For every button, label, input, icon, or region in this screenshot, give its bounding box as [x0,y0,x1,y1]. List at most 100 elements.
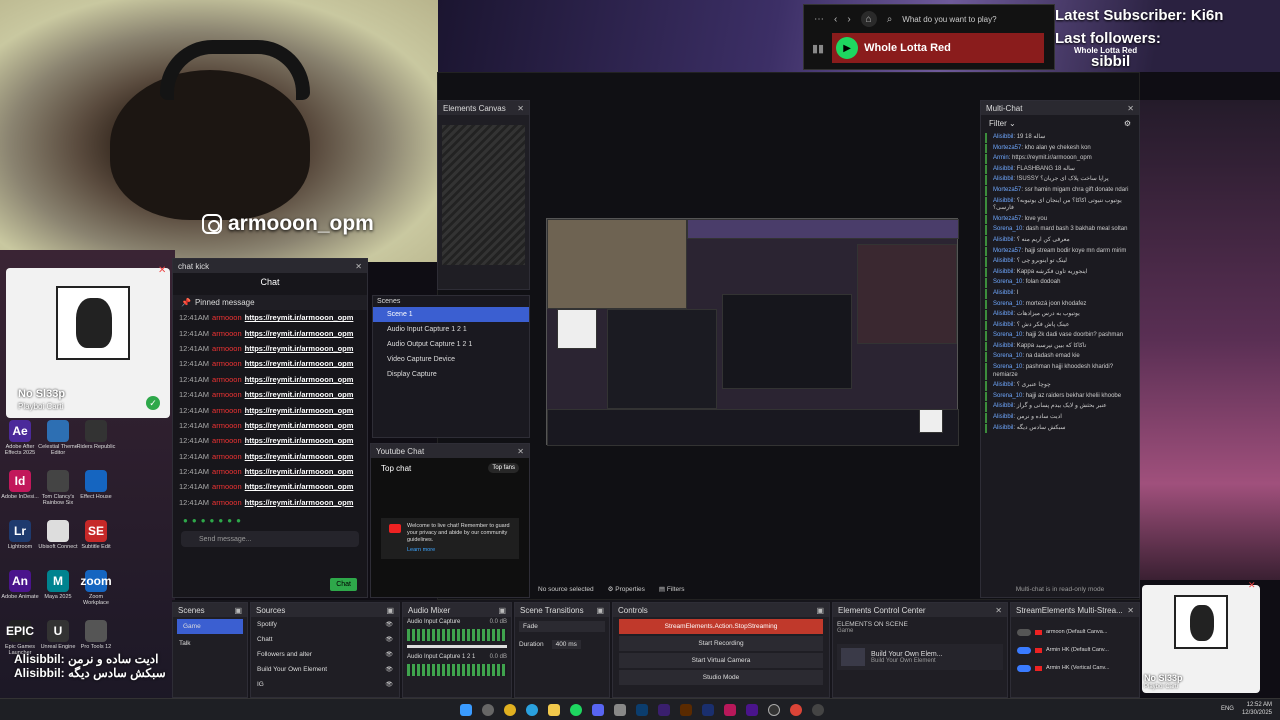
message-user[interactable]: armooon [212,467,242,476]
message-user[interactable]: armooon [212,359,242,368]
chat-filter-dropdown[interactable]: Top chat [381,464,411,473]
search-icon[interactable] [482,704,494,716]
language-indicator[interactable]: ENG [1221,706,1234,712]
close-icon[interactable]: ✕ [517,104,524,113]
desktop-icon[interactable]: M Maya 2025 [38,570,78,600]
pinned-message[interactable]: 📌 Pinned message [173,295,367,310]
desktop-icon[interactable]: EPIC Epic Games Launcher [0,620,40,656]
scene-source-item[interactable]: Audio Input Capture 1 2 1 [373,322,529,337]
message-link[interactable]: https://reymit.ir/armooon_opm [245,482,354,491]
message-user[interactable]: armooon [212,375,242,384]
filter-dropdown[interactable]: Filter ⌄ [989,119,1016,128]
scene-item-game[interactable]: Game [177,619,243,634]
scene-source-item[interactable]: Scene 1 [373,307,529,322]
toggle-switch[interactable] [1017,646,1031,654]
desktop-icon[interactable]: zoom Zoom Workplace [76,570,116,606]
home-icon[interactable]: ⌂ [860,11,877,27]
stop-streaming-button[interactable]: StreamElements.Action.StopStreaming [619,619,823,634]
message-user[interactable]: armooon [212,344,242,353]
desktop-icon[interactable]: Ae Adobe After Effects 2025 [0,420,40,456]
top-fans-button[interactable]: Top fans [488,463,519,473]
message-link[interactable]: https://reymit.ir/armooon_opm [245,452,354,461]
animate-icon[interactable] [746,704,758,716]
clock-time[interactable]: 12:52 AM [1242,701,1272,709]
card-close-icon[interactable]: ✕ [158,265,166,276]
desktop-icon[interactable]: U Unreal Engine [38,620,78,650]
start-virtual-camera-button[interactable]: Start Virtual Camera [619,653,823,668]
play-icon[interactable]: ▶ [836,37,859,59]
message-user[interactable]: armooon [212,406,242,415]
premiere-icon[interactable] [658,704,670,716]
message-user[interactable]: armooon [212,390,242,399]
message-link[interactable]: https://reymit.ir/armooon_opm [245,406,354,415]
transition-select[interactable]: Fade [519,621,605,632]
properties-button[interactable]: ⚙ Properties [608,585,645,593]
scene-source-item[interactable]: Video Capture Device [373,352,529,367]
volume-slider[interactable] [407,645,507,648]
source-item[interactable]: Chatt 👁 [251,632,399,647]
visibility-icon[interactable]: 👁 [385,636,393,643]
message-user[interactable]: armooon [212,482,242,491]
message-link[interactable]: https://reymit.ir/armooon_opm [245,467,354,476]
file-explorer-icon[interactable] [548,704,560,716]
visibility-icon[interactable]: 👁 [385,666,393,673]
source-item[interactable]: Spotify 👁 [251,617,399,632]
source-item[interactable]: Followers and alter 👁 [251,647,399,662]
toggle-switch[interactable] [1017,628,1031,636]
chrome-icon[interactable] [504,704,516,716]
telegram-icon[interactable] [526,704,538,716]
message-user[interactable]: armooon [212,498,242,507]
card-close-icon[interactable]: ✕ [1248,580,1256,591]
toggle-switch[interactable] [1017,664,1031,672]
message-link[interactable]: https://reymit.ir/armooon_opm [245,375,354,384]
scene-source-item[interactable]: Audio Output Capture 1 2 1 [373,337,529,352]
duration-input[interactable]: 400 ms [551,640,581,649]
desktop-icon[interactable]: Riders Republic [76,420,116,450]
windows-start-icon[interactable] [460,704,472,716]
discord-icon[interactable] [592,704,604,716]
message-user[interactable]: armooon [212,452,242,461]
spotify-icon[interactable] [570,704,582,716]
ecc-element[interactable]: Build Your Own Elem... Build Your Own El… [837,644,1003,670]
close-icon[interactable]: ✕ [355,262,362,271]
forward-icon[interactable]: › [847,14,850,25]
message-link[interactable]: https://reymit.ir/armooon_opm [245,390,354,399]
message-link[interactable]: https://reymit.ir/armooon_opm [245,436,354,445]
desktop-icon[interactable]: Lr Lightroom [0,520,40,550]
desktop-icon[interactable]: Id Adobe InDesi... [0,470,40,500]
desktop-icon[interactable]: Ubisoft Connect [38,520,78,550]
visibility-icon[interactable]: 👁 [385,621,393,628]
clock-date[interactable]: 12/30/2025 [1242,709,1272,717]
start-recording-button[interactable]: Start Recording [619,636,823,651]
desktop-icon[interactable]: Effect House [76,470,116,500]
desktop-icon[interactable]: Tom Clancy's Rainbow Six [38,470,78,506]
message-link[interactable]: https://reymit.ir/armooon_opm [245,359,354,368]
search-input[interactable]: What do you want to play? [902,15,996,24]
indesign-icon[interactable] [724,704,736,716]
chrome-alt-icon[interactable] [790,704,802,716]
obs-icon[interactable] [768,704,780,716]
desktop-icon[interactable]: SE Subtitle Edit [76,520,116,550]
close-icon[interactable]: ✕ [1127,104,1134,113]
filters-button[interactable]: ▤ Filters [659,585,685,593]
back-icon[interactable]: ‹ [834,14,837,25]
source-item[interactable]: Build Your Own Element 👁 [251,662,399,677]
desktop-icon[interactable]: An Adobe Animate [0,570,40,600]
multistream-target[interactable]: Armin HK (Default Canv... [1011,641,1139,659]
message-user[interactable]: armooon [212,436,242,445]
library-icon[interactable]: ▮▮ [812,42,824,55]
message-link[interactable]: https://reymit.ir/armooon_opm [245,421,354,430]
send-message-input[interactable]: Send message... [181,531,359,548]
multistream-target[interactable]: armoon (Default Canva... [1011,623,1139,641]
message-user[interactable]: armooon [212,329,242,338]
close-icon[interactable]: ✕ [1127,606,1134,615]
source-item[interactable]: IG 👁 [251,677,399,692]
settings-icon[interactable]: ⚙ [1124,119,1131,128]
desktop-icon[interactable]: Celestial Theme Editor [38,420,78,456]
store-icon[interactable] [614,704,626,716]
media-encoder-icon[interactable] [702,704,714,716]
desktop-icon[interactable]: Pro Tools 12 [76,620,116,650]
photoshop-icon[interactable] [636,704,648,716]
message-link[interactable]: https://reymit.ir/armooon_opm [245,329,354,338]
studio-mode-button[interactable]: Studio Mode [619,670,823,685]
